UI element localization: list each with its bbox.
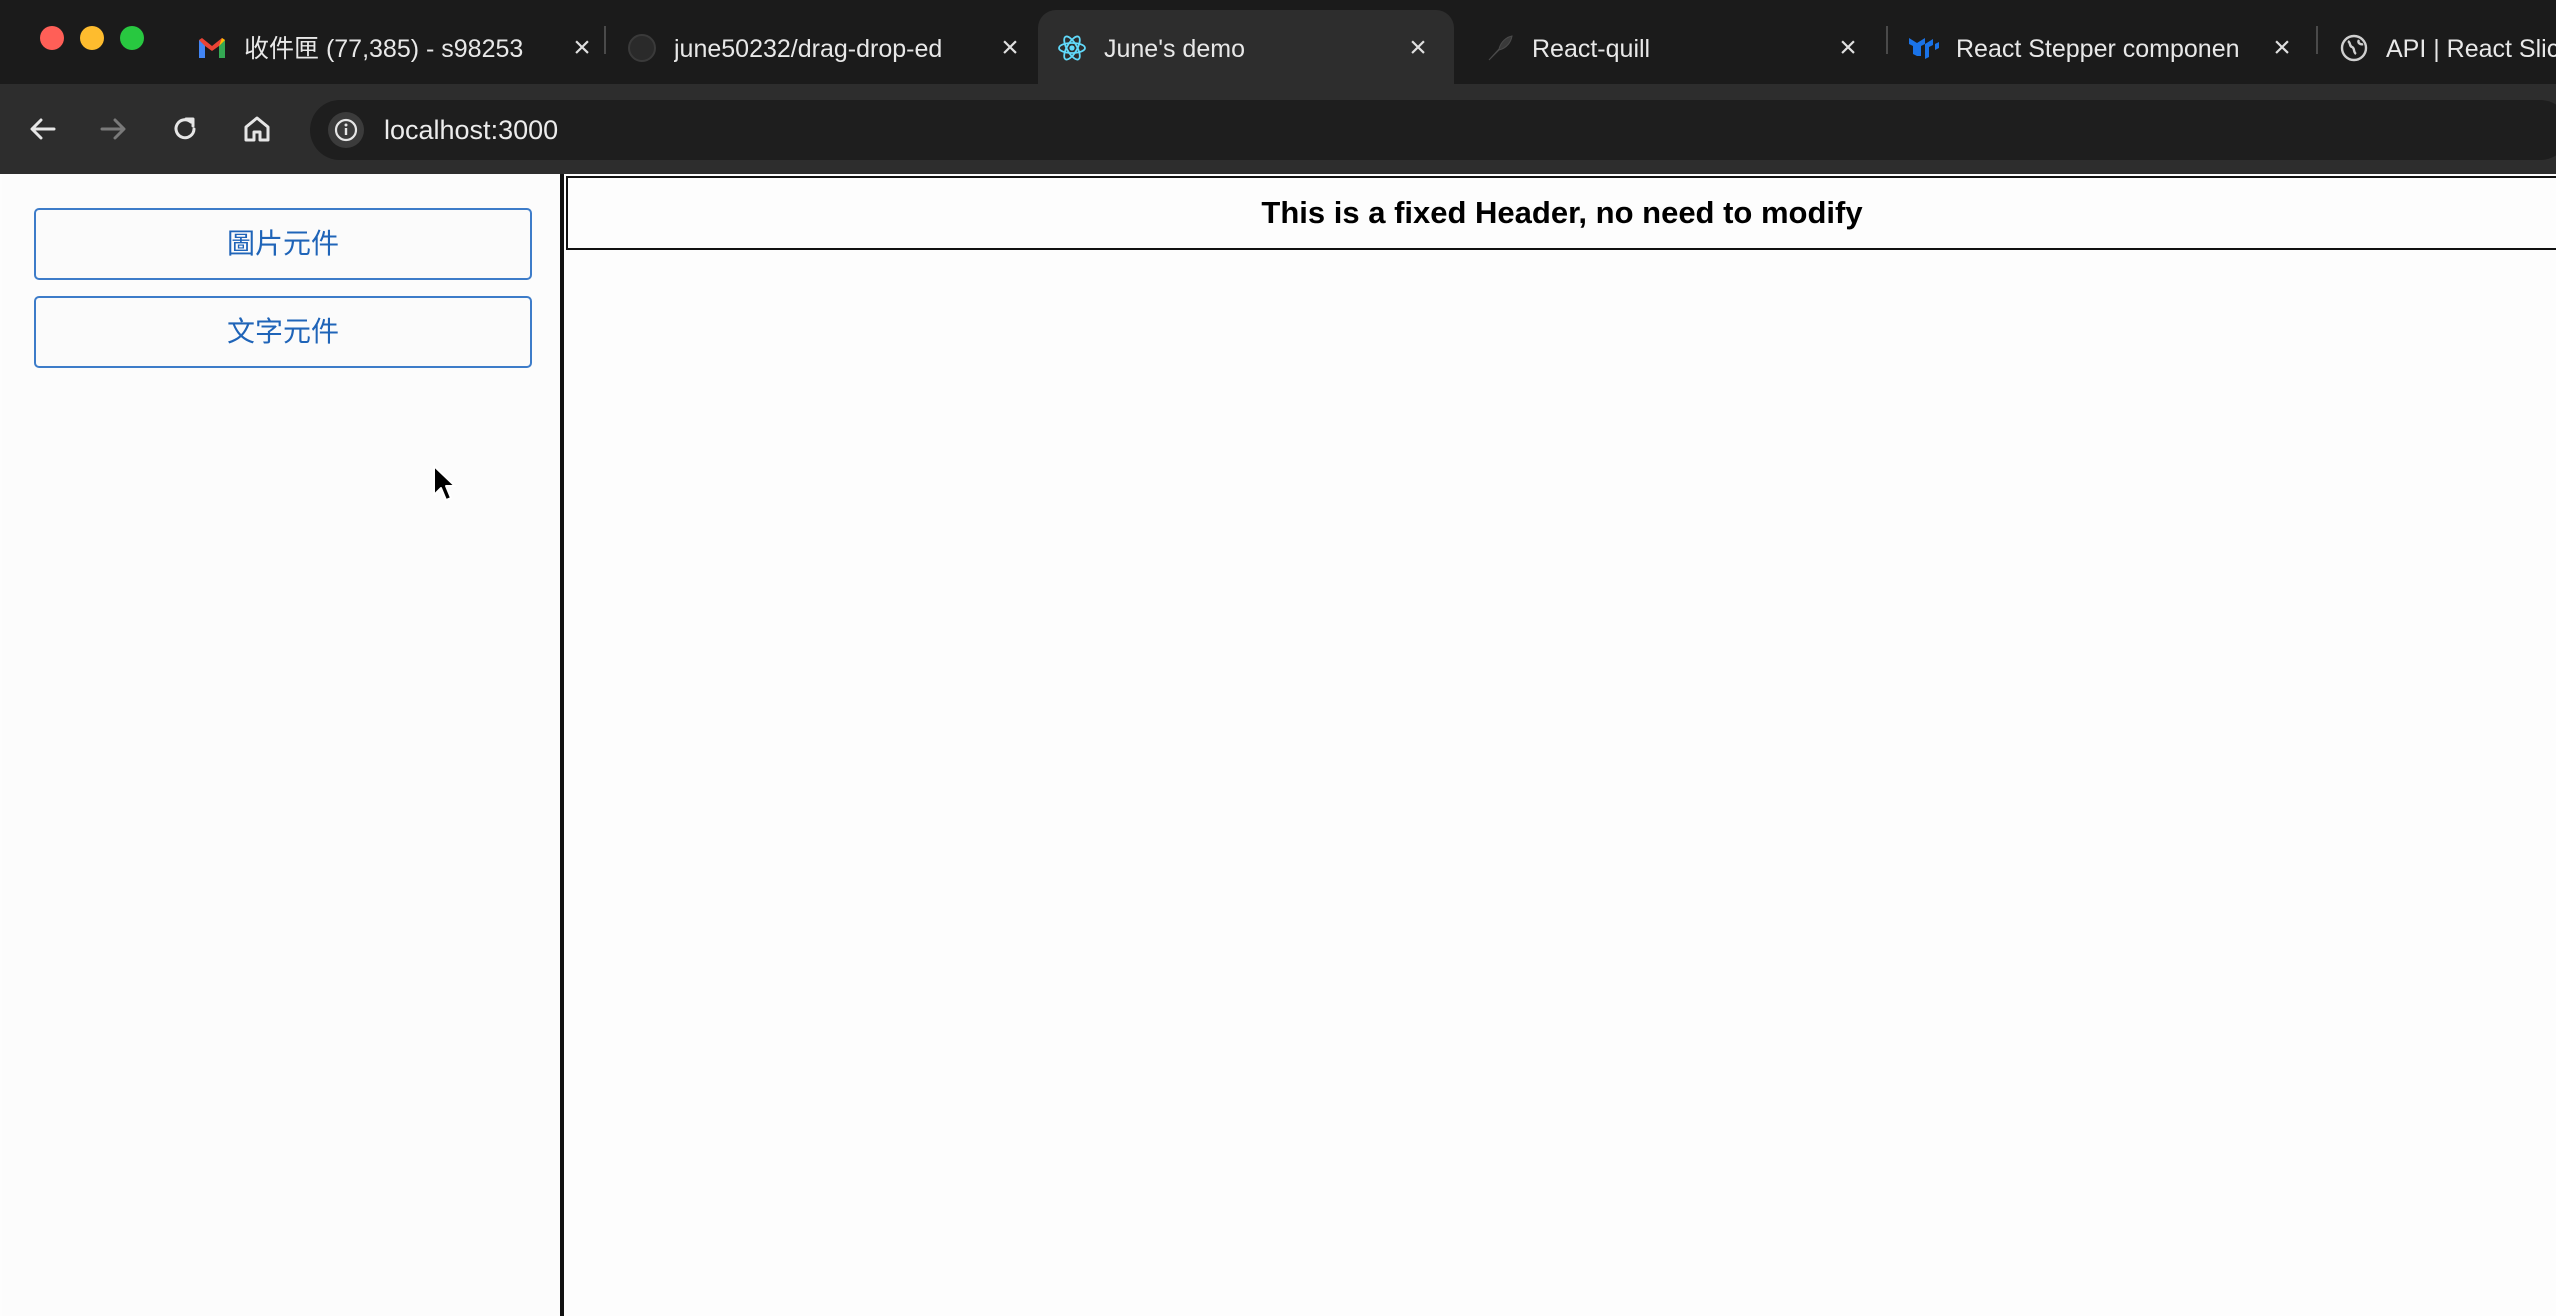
window-zoom-button[interactable] <box>120 26 144 50</box>
tab-react-stepper[interactable]: React Stepper componen × <box>1908 10 2318 84</box>
react-icon <box>1056 32 1088 64</box>
editor-canvas[interactable]: This is a fixed Header, no need to modif… <box>566 174 2556 1316</box>
back-button[interactable] <box>18 104 68 154</box>
feather-icon <box>1484 32 1516 64</box>
tab-label: june50232/drag-drop-ed <box>674 35 943 63</box>
image-component-button[interactable]: 圖片元件 <box>34 208 532 280</box>
mui-icon <box>1908 32 1940 64</box>
url-text: localhost:3000 <box>384 115 559 145</box>
tab-github[interactable]: june50232/drag-drop-ed × <box>626 10 1036 84</box>
home-icon <box>244 116 270 142</box>
fixed-header: This is a fixed Header, no need to modif… <box>566 176 2556 250</box>
tab-divider <box>2316 26 2318 54</box>
close-icon[interactable]: × <box>994 32 1026 64</box>
component-sidebar: 圖片元件 文字元件 <box>2 174 564 1316</box>
site-info-icon[interactable] <box>328 112 364 148</box>
tab-api-react-slick[interactable]: API | React Slic <box>2338 10 2556 84</box>
gmail-icon <box>196 32 228 64</box>
close-icon[interactable]: × <box>2266 32 2298 64</box>
browser-toolbar: localhost:3000 <box>0 84 2556 174</box>
address-bar[interactable]: localhost:3000 <box>310 100 2556 160</box>
close-icon[interactable]: × <box>1832 32 1864 64</box>
globe-icon <box>2338 32 2370 64</box>
reload-icon <box>174 117 196 140</box>
tab-gmail[interactable]: 收件匣 (77,385) - s98253 × <box>196 10 606 84</box>
arrow-left-icon <box>30 118 56 140</box>
tab-junes-demo[interactable]: June's demo × <box>1038 10 1454 84</box>
window-close-button[interactable] <box>40 26 64 50</box>
tab-label: June's demo <box>1104 35 1245 63</box>
tab-divider <box>604 26 606 54</box>
tab-label: React Stepper componen <box>1956 35 2240 63</box>
tab-divider <box>1886 26 1888 54</box>
arrow-right-icon <box>100 118 126 140</box>
forward-button[interactable] <box>88 104 138 154</box>
text-component-button[interactable]: 文字元件 <box>34 296 532 368</box>
mouse-cursor-icon <box>433 465 456 501</box>
tab-label: React-quill <box>1532 35 1651 63</box>
close-icon[interactable]: × <box>1402 32 1434 64</box>
tab-label: 收件匣 (77,385) - s98253 <box>244 35 524 63</box>
close-icon[interactable]: × <box>566 32 598 64</box>
github-icon <box>626 32 658 64</box>
tab-react-quill[interactable]: React-quill × <box>1484 10 1884 84</box>
tab-label: API | React Slic <box>2386 35 2556 63</box>
window-minimize-button[interactable] <box>80 26 104 50</box>
home-button[interactable] <box>232 104 282 154</box>
browser-tab-strip: 收件匣 (77,385) - s98253 × june50232/drag-d… <box>0 0 2556 84</box>
reload-button[interactable] <box>160 104 210 154</box>
page-content: 圖片元件 文字元件 This is a fixed Header, no nee… <box>0 174 2556 1316</box>
